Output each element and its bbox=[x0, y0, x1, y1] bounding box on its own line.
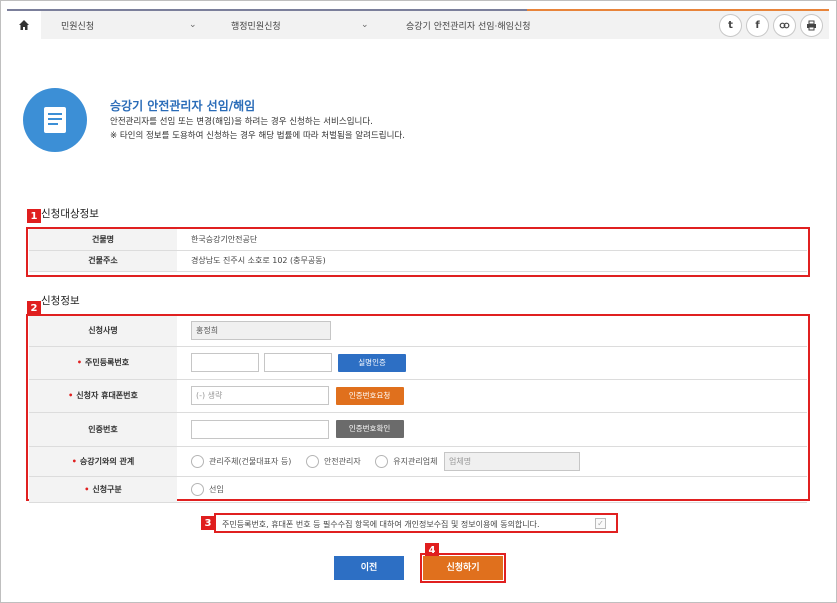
step-badge-3: 3 bbox=[201, 516, 215, 530]
rrn-label-cell: • 주민등록번호 bbox=[29, 346, 177, 380]
target-info-table: 건물명 한국승강기안전공단 건물주소 경상남도 진주시 소호로 102 (충무공… bbox=[29, 229, 807, 272]
table-row: 건물명 한국승강기안전공단 bbox=[29, 229, 807, 251]
row-label: 신청구분 bbox=[92, 484, 122, 494]
real-name-verify-button[interactable]: 실명인증 bbox=[338, 353, 407, 372]
application-form-table: 신청사명 홍정희 • 주민등록번호 실명인증 • 신청자 휴대폰번호 (-) 생략 … bbox=[29, 316, 807, 503]
agreement-row: 주민등록번호, 휴대폰 번호 등 필수수집 항목에 대하여 개인정보수집 및 정… bbox=[216, 516, 616, 532]
breadcrumb-label: 행정민원신청 bbox=[231, 21, 281, 32]
table-row: 신청사명 홍정희 bbox=[29, 316, 807, 347]
request-code-button[interactable]: 인증번호요청 bbox=[335, 386, 404, 405]
link-icon[interactable] bbox=[773, 14, 796, 37]
auth-code-input[interactable] bbox=[191, 419, 329, 439]
verify-code-button[interactable]: 인증번호확인 bbox=[335, 420, 404, 438]
rrn-front-input[interactable] bbox=[191, 353, 259, 372]
type-radio-appoint[interactable] bbox=[191, 482, 204, 496]
row-label: 신청사명 bbox=[29, 316, 177, 347]
table-row: • 주민등록번호 실명인증 bbox=[29, 346, 807, 380]
breadcrumb-label: 민원신청 bbox=[61, 21, 95, 32]
radio-label: 선임 bbox=[209, 484, 224, 494]
section-title-application: 신청정보 bbox=[41, 295, 80, 307]
step-badge-1: 1 bbox=[27, 209, 41, 223]
facebook-icon[interactable]: f bbox=[746, 14, 769, 37]
table-row: • 승강기와의 관계 관리주체(건물대표자 등) 안전관리자 유지관리업체 업체명 bbox=[29, 446, 807, 477]
table-row: 건물주소 경상남도 진주시 소호로 102 (충무공동) bbox=[29, 250, 807, 272]
document-icon bbox=[23, 88, 87, 152]
row-label: 인증번호 bbox=[29, 412, 177, 447]
row-label: 주민등록번호 bbox=[84, 358, 130, 367]
breadcrumb-label: 승강기 안전관리자 선임·해임신청 bbox=[406, 21, 531, 32]
table-row: • 신청자 휴대폰번호 (-) 생략 인증번호요청 bbox=[29, 379, 807, 413]
chevron-down-icon: ⌄ bbox=[361, 20, 369, 30]
rrn-back-input[interactable] bbox=[263, 353, 332, 372]
radio-label: 관리주체(건물대표자 등) bbox=[209, 456, 292, 466]
section-title-target: 신청대상정보 bbox=[41, 208, 99, 220]
required-icon: • bbox=[76, 358, 82, 367]
row-value: 한국승강기안전공단 bbox=[177, 229, 807, 251]
table-row: 인증번호 인증번호확인 bbox=[29, 412, 807, 447]
twitter-icon[interactable]: t bbox=[719, 14, 742, 37]
company-name-input[interactable]: 업체명 bbox=[444, 451, 581, 471]
page-description: 안전관리자를 선임 또는 변경(해임)을 하려는 경우 신청하는 서비스입니다. bbox=[110, 117, 373, 127]
relation-label-cell: • 승강기와의 관계 bbox=[29, 446, 177, 477]
table-row: • 신청구분 선임 bbox=[29, 476, 807, 503]
page-frame: 민원신청 ⌄ 행정민원신청 ⌄ 승강기 안전관리자 선임·해임신청 t f 승강… bbox=[0, 0, 837, 603]
applicant-name-field[interactable]: 홍정희 bbox=[191, 321, 331, 341]
home-icon[interactable] bbox=[7, 11, 41, 39]
breadcrumb: 민원신청 ⌄ 행정민원신청 ⌄ 승강기 안전관리자 선임·해임신청 t f bbox=[7, 9, 829, 39]
radio-label: 안전관리자 bbox=[323, 456, 361, 466]
required-icon: • bbox=[71, 456, 77, 466]
page-title: 승강기 안전관리자 선임/해임 bbox=[110, 99, 256, 113]
prev-button[interactable]: 이전 bbox=[334, 556, 404, 580]
breadcrumb-item-2[interactable]: 행정민원신청 ⌄ bbox=[211, 11, 386, 39]
required-icon: • bbox=[68, 391, 74, 400]
agree-checkbox[interactable]: ✓ bbox=[595, 518, 606, 529]
row-value: 경상남도 진주시 소호로 102 (충무공동) bbox=[177, 250, 807, 272]
row-label: 신청자 휴대폰번호 bbox=[76, 391, 138, 400]
type-label-cell: • 신청구분 bbox=[29, 476, 177, 503]
required-icon: • bbox=[84, 484, 90, 494]
relation-radio-owner[interactable] bbox=[191, 454, 204, 468]
share-buttons: t f bbox=[719, 14, 823, 37]
radio-label: 유지관리업체 bbox=[393, 456, 438, 466]
row-label: 건물주소 bbox=[29, 250, 177, 272]
phone-label-cell: • 신청자 휴대폰번호 bbox=[29, 379, 177, 413]
agreement-text: 주민등록번호, 휴대폰 번호 등 필수수집 항목에 대하여 개인정보수집 및 정… bbox=[222, 519, 540, 529]
submit-button[interactable]: 신청하기 bbox=[423, 556, 503, 580]
row-label: 승강기와의 관계 bbox=[79, 456, 135, 466]
print-icon[interactable] bbox=[800, 14, 823, 37]
page-notice: ※ 타인의 정보를 도용하여 신청하는 경우 해당 법률에 따라 처벌됨을 알려… bbox=[110, 131, 405, 141]
chevron-down-icon: ⌄ bbox=[189, 20, 197, 30]
row-label: 건물명 bbox=[29, 229, 177, 251]
step-badge-2: 2 bbox=[27, 301, 41, 315]
phone-input[interactable]: (-) 생략 bbox=[191, 386, 329, 405]
relation-radio-manager[interactable] bbox=[305, 454, 319, 468]
breadcrumb-item-1[interactable]: 민원신청 ⌄ bbox=[41, 11, 211, 39]
breadcrumb-item-3[interactable]: 승강기 안전관리자 선임·해임신청 bbox=[386, 11, 686, 39]
relation-radio-maintenance[interactable] bbox=[375, 454, 389, 468]
